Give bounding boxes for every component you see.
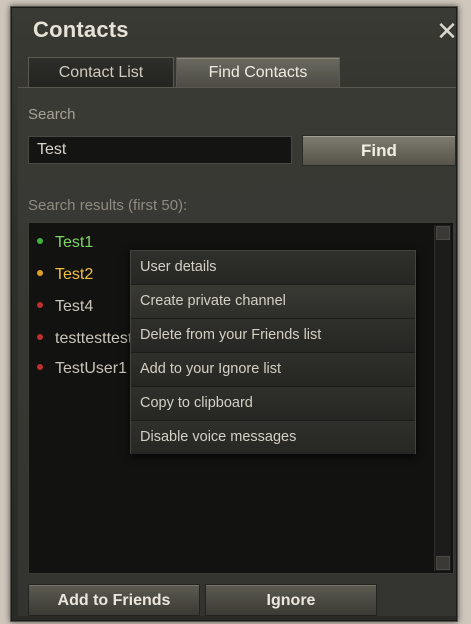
menu-item-create-private-channel[interactable]: Create private channel <box>131 285 415 319</box>
menu-item-user-details[interactable]: User details <box>131 251 415 285</box>
status-dot-icon <box>37 333 43 340</box>
menu-item-copy-clipboard[interactable]: Copy to clipboard <box>131 387 415 421</box>
tab-contact-list[interactable]: Contact List <box>28 57 174 87</box>
menu-item-delete-friend[interactable]: Delete from your Friends list <box>131 319 415 353</box>
results-scrollbar[interactable] <box>434 225 451 571</box>
list-item-label: TestUser1 <box>55 360 128 377</box>
list-item-label: Test4 <box>55 298 94 315</box>
status-dot-icon <box>37 269 43 276</box>
close-icon[interactable]: ✕ <box>435 18 459 45</box>
results-label: Search results (first 50): <box>28 197 188 214</box>
add-to-friends-button[interactable]: Add to Friends <box>28 584 200 616</box>
find-button[interactable]: Find <box>302 135 456 166</box>
status-dot-icon <box>37 301 43 308</box>
context-menu: User details Create private channel Dele… <box>130 250 416 454</box>
search-label: Search <box>28 106 76 123</box>
scroll-up-icon[interactable] <box>436 226 450 240</box>
status-dot-icon <box>37 237 43 244</box>
scroll-down-icon[interactable] <box>436 556 450 570</box>
list-item-label: Test1 <box>55 234 94 251</box>
list-item-label: Test2 <box>55 266 94 283</box>
menu-item-add-ignore[interactable]: Add to your Ignore list <box>131 353 415 387</box>
tab-find-contacts[interactable]: Find Contacts <box>176 57 340 87</box>
list-item-label: testtesttest <box>55 330 133 347</box>
menu-item-disable-voice[interactable]: Disable voice messages <box>131 421 415 454</box>
tab-bar: Contact List Find Contacts <box>28 57 340 87</box>
window-title: Contacts <box>33 17 129 42</box>
status-dot-icon <box>37 363 43 370</box>
search-input[interactable] <box>28 136 292 164</box>
ignore-button[interactable]: Ignore <box>205 584 377 616</box>
